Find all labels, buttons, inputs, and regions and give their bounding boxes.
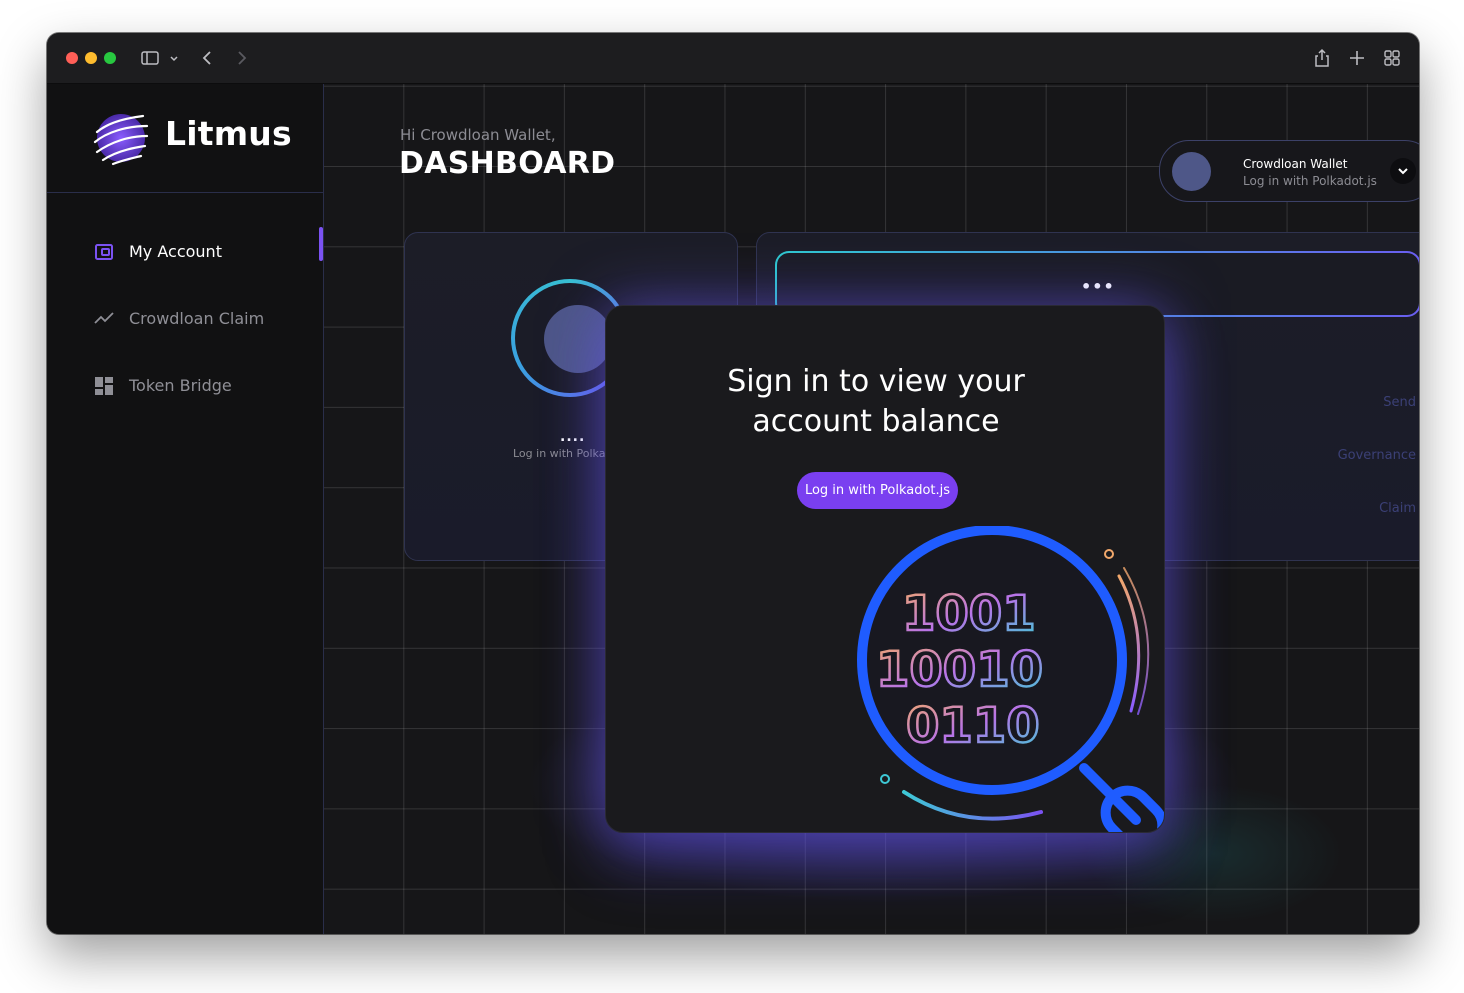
sidebar-toggle-icon[interactable] [139,47,161,69]
polkadot-login-button[interactable]: Log in with Polkadot.js [797,472,958,509]
account-name-placeholder: .... [560,429,586,445]
sidebar-item-label: Crowdloan Claim [129,309,265,328]
share-icon[interactable] [1311,47,1333,69]
binary-row-2: 10010 [876,642,1043,698]
wallet-icon [93,241,115,263]
tab-overview-icon[interactable] [1381,47,1403,69]
app-name: Litmus [165,114,292,153]
modal-title: Sign in to view your account balance [606,362,1146,442]
binary-row-1: 1001 [902,586,1036,642]
sidebar-item-label: My Account [129,242,222,261]
wallet-selector[interactable]: Crowdloan Wallet Log in with Polkadot.js [1159,140,1419,202]
governance-action[interactable]: Governance [1338,448,1416,463]
forward-icon[interactable] [230,47,252,69]
active-nav-indicator [319,227,323,261]
balance-placeholder: ••• [1081,277,1115,296]
chart-line-icon [93,308,115,330]
claim-action[interactable]: Claim [1379,501,1416,516]
sidebar-item-label: Token Bridge [129,376,232,395]
wallet-avatar [1172,152,1211,191]
sidebar-item-token-bridge[interactable]: Token Bridge [93,370,313,402]
greeting-text: Hi Crowdloan Wallet, [400,126,556,144]
logo-area: Litmus [47,84,323,193]
browser-window: Litmus My Account Crowdloan Claim Token … [47,33,1419,934]
modal-title-line-2: account balance [752,404,1000,439]
minimize-window-button[interactable] [85,52,97,64]
close-window-button[interactable] [66,52,78,64]
dashboard-grid-icon [93,375,115,397]
sidebar-item-crowdloan-claim[interactable]: Crowdloan Claim [93,303,313,335]
browser-toolbar [47,33,1419,84]
main-content: Hi Crowdloan Wallet, DASHBOARD Crowdloan… [324,84,1419,934]
binary-row-3: 0110 [906,698,1040,754]
page-title: DASHBOARD [399,146,616,181]
account-avatar [544,305,612,373]
magnifier-illustration: 1001 10010 0110 [846,525,1164,832]
litmus-logo-icon[interactable] [91,108,151,168]
wallet-subtitle: Log in with Polkadot.js [1243,174,1377,188]
sidebar: Litmus My Account Crowdloan Claim Token … [47,84,324,934]
chevron-down-icon[interactable] [1390,158,1416,184]
send-action[interactable]: Send [1383,395,1416,410]
back-icon[interactable] [197,47,219,69]
modal-title-line-1: Sign in to view your [727,364,1025,399]
sign-in-modal: Sign in to view your account balance Log… [605,305,1165,833]
wallet-name: Crowdloan Wallet [1243,157,1348,171]
chevron-down-icon[interactable] [167,47,181,69]
new-tab-icon[interactable] [1346,47,1368,69]
sidebar-item-my-account[interactable]: My Account [93,236,313,268]
maximize-window-button[interactable] [104,52,116,64]
